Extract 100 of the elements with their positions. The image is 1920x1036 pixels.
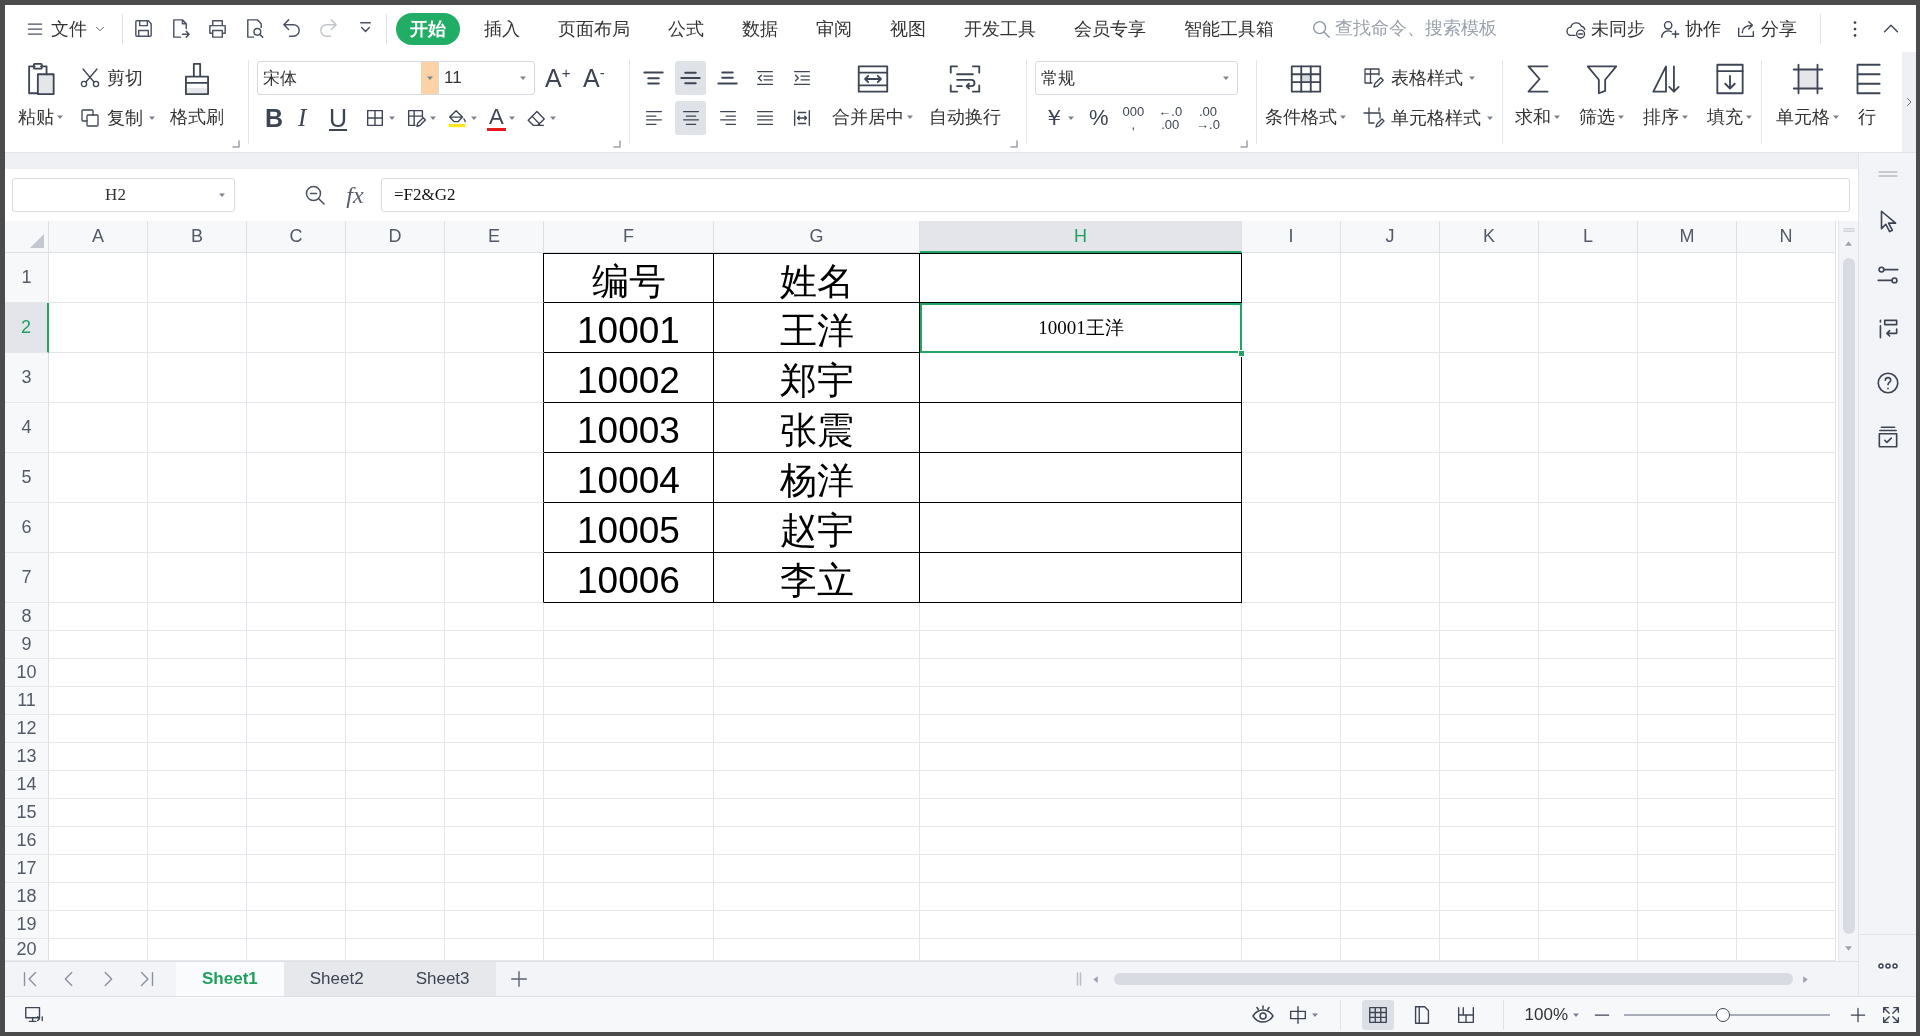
ribbon-tab[interactable]: 智能工具箱	[1170, 12, 1288, 45]
share-button[interactable]: 分享	[1735, 16, 1797, 41]
formula-field[interactable]: =F2&G2	[381, 178, 1850, 212]
caret-icon	[1222, 74, 1230, 82]
font-size-field[interactable]: 11	[438, 61, 535, 95]
sync-button[interactable]: 未同步	[1565, 16, 1645, 41]
format-painter-button[interactable]: 格式刷	[170, 60, 224, 136]
print-icon[interactable]	[206, 17, 229, 40]
help-icon[interactable]	[1874, 370, 1901, 396]
cell-button[interactable]: 单元格	[1776, 60, 1840, 136]
increase-font-size-button[interactable]: A$^{+}$	[545, 62, 573, 94]
row-header[interactable]: 14	[5, 771, 49, 799]
row-header[interactable]: 19	[5, 911, 49, 939]
ribbon-tab[interactable]: 视图	[876, 12, 940, 45]
sheet-tab[interactable]: Sheet2	[283, 962, 390, 996]
filter-button[interactable]: 筛选	[1579, 60, 1625, 136]
drag-handle-icon[interactable]	[1875, 169, 1900, 179]
column-header[interactable]: F	[544, 221, 714, 253]
name-box[interactable]: H2	[12, 178, 235, 212]
conditional-format-button[interactable]: 条件格式	[1265, 60, 1347, 136]
normal-view-button[interactable]	[1361, 999, 1394, 1030]
split-handle-icon[interactable]	[1075, 971, 1083, 987]
column-header[interactable]: G	[714, 221, 920, 253]
row-header[interactable]: 18	[5, 883, 49, 911]
zoom-out-icon[interactable]	[303, 183, 327, 207]
underline-button[interactable]: U	[329, 102, 355, 134]
zoom-level-button[interactable]: 100%	[1524, 1004, 1580, 1025]
row-header[interactable]: 3	[5, 353, 49, 403]
search-field[interactable]: 查找命令、搜索模板	[1335, 18, 1513, 39]
caret-icon	[1745, 113, 1753, 121]
row-column-button[interactable]: 行	[1848, 60, 1886, 136]
row-header[interactable]: 1	[5, 253, 49, 303]
sort-button[interactable]: 排序	[1643, 60, 1689, 136]
font-name-field[interactable]: 宋体	[257, 61, 438, 95]
ribbon-tab[interactable]: 插入	[470, 12, 534, 45]
cell-style-button[interactable]: 单元格样式	[1362, 100, 1494, 136]
row-header[interactable]: 6	[5, 503, 49, 553]
row-header[interactable]: 17	[5, 855, 49, 883]
column-header[interactable]: I	[1242, 221, 1341, 253]
insert-function-button[interactable]: fx	[343, 181, 367, 209]
bold-button[interactable]: B	[265, 102, 289, 134]
copy-button[interactable]: 复制	[78, 100, 156, 136]
slider-thumb[interactable]	[1715, 1007, 1730, 1022]
row-header[interactable]: 10	[5, 659, 49, 687]
row-header[interactable]: 16	[5, 827, 49, 855]
sum-button[interactable]: 求和	[1515, 60, 1561, 136]
column-header[interactable]: E	[445, 221, 544, 253]
column-header[interactable]: K	[1440, 221, 1539, 253]
row-header[interactable]: 20	[5, 939, 49, 961]
thousands-separator-button[interactable]: 000 ,	[1122, 102, 1145, 134]
sheet-tab[interactable]: Sheet3	[389, 962, 496, 996]
column-header[interactable]: C	[247, 221, 346, 253]
fill-button[interactable]: 填充	[1707, 60, 1753, 136]
row-header[interactable]: 7	[5, 553, 49, 603]
align-middle-button[interactable]	[675, 61, 706, 95]
currency-button[interactable]: ￥	[1043, 102, 1075, 134]
row-header[interactable]: 15	[5, 799, 49, 827]
column-header[interactable]: D	[346, 221, 445, 253]
ribbon-tab[interactable]: 页面布局	[544, 12, 644, 45]
save-icon[interactable]	[132, 17, 155, 40]
decrease-font-size-button[interactable]: A$^{-}$	[583, 62, 611, 94]
row-header[interactable]: 13	[5, 743, 49, 771]
column-header[interactable]: M	[1638, 221, 1737, 253]
collaborate-button[interactable]: 协作	[1659, 16, 1721, 41]
row-header[interactable]: 11	[5, 687, 49, 715]
scrollbar-thumb[interactable]	[1114, 973, 1793, 985]
row-header[interactable]: 4	[5, 403, 49, 453]
percent-button[interactable]: %	[1089, 102, 1109, 134]
vertical-scrollbar[interactable]	[1838, 221, 1858, 961]
scrollbar-thumb[interactable]	[1842, 258, 1855, 934]
column-header[interactable]: L	[1539, 221, 1638, 253]
fill-handle[interactable]	[1238, 350, 1245, 357]
file-menu-button[interactable]: 文件	[19, 11, 113, 46]
ribbon-tab[interactable]: 审阅	[802, 12, 866, 45]
cut-button[interactable]: 剪切	[78, 60, 156, 96]
merge-center-button[interactable]: 合并居中	[832, 60, 914, 136]
column-header[interactable]: B	[148, 221, 247, 253]
column-header[interactable]: N	[1737, 221, 1836, 253]
row-header[interactable]: 5	[5, 453, 49, 503]
row-header[interactable]: 12	[5, 715, 49, 743]
ribbon-tab[interactable]: 数据	[728, 12, 792, 45]
decrease-decimal-button[interactable]: .00 →.0	[1196, 102, 1220, 134]
number-format-field[interactable]: 常规	[1035, 61, 1238, 95]
ribbon-tab[interactable]: 公式	[654, 12, 718, 45]
table-style-button[interactable]: 表格样式	[1362, 60, 1494, 96]
undo-icon[interactable]	[280, 17, 303, 40]
align-center-button[interactable]	[675, 101, 706, 135]
paste-button[interactable]: 粘贴	[18, 60, 64, 136]
split-handle-icon[interactable]	[1841, 227, 1856, 233]
column-header[interactable]: A	[49, 221, 148, 253]
ribbon-tab[interactable]: 会员专享	[1060, 12, 1160, 45]
column-header[interactable]: J	[1341, 221, 1440, 253]
row-header[interactable]: 9	[5, 631, 49, 659]
wrap-text-button[interactable]: 自动换行	[929, 60, 1001, 136]
font-color-button[interactable]: A	[487, 102, 516, 134]
row-header[interactable]: 8	[5, 603, 49, 631]
increase-decimal-button[interactable]: ←.0 .00	[1158, 102, 1183, 134]
italic-button[interactable]: I	[298, 102, 320, 134]
ribbon-tab[interactable]: 开发工具	[950, 12, 1050, 45]
align-bottom-icon	[717, 71, 738, 85]
